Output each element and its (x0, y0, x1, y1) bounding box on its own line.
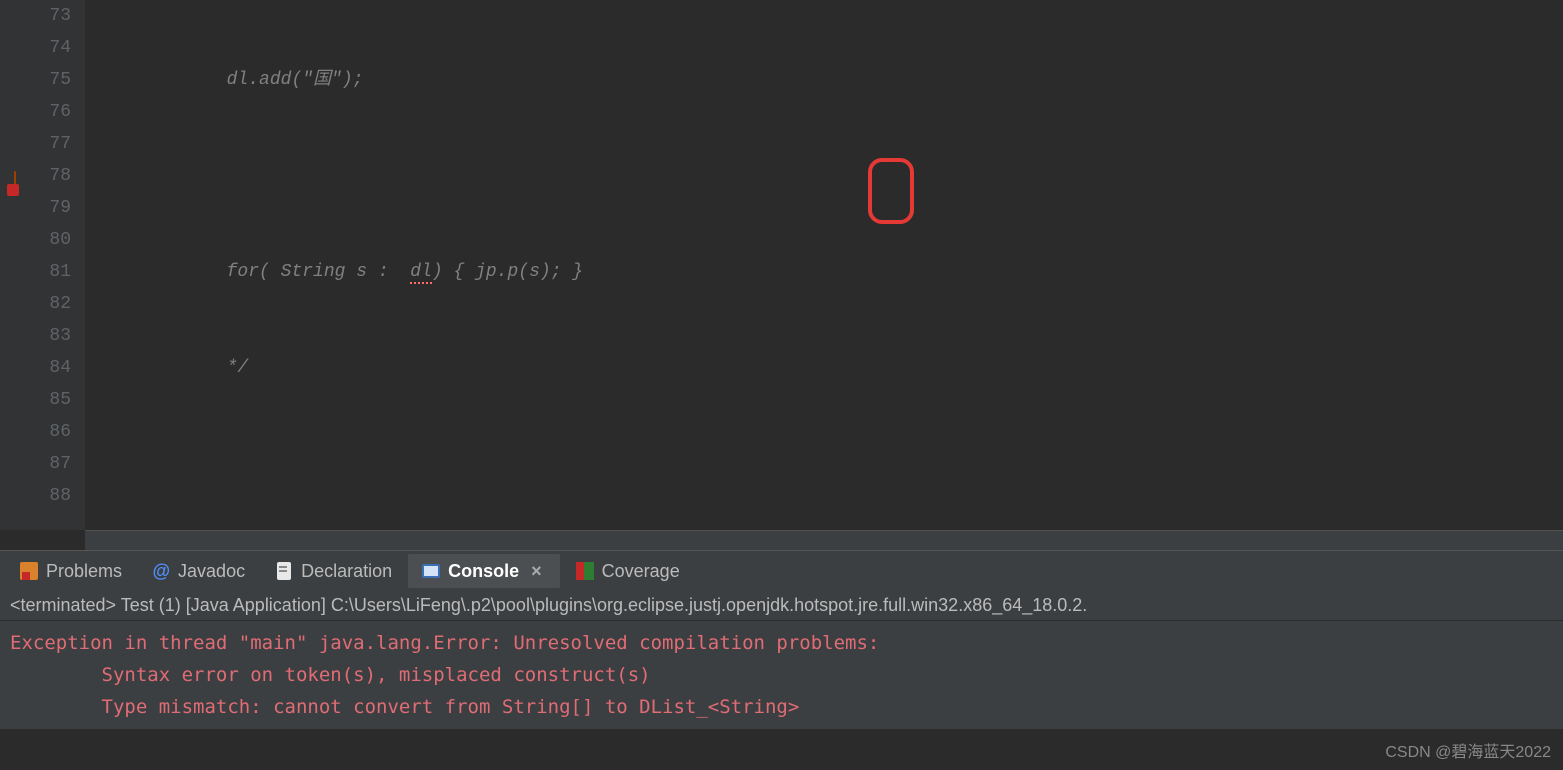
line-number: 86 (0, 416, 71, 448)
coverage-icon (576, 562, 594, 580)
line-number: 73 (0, 0, 71, 32)
line-number: 85 (0, 384, 71, 416)
line-gutter: 73 74 75 76 77 78 79 80 81 82 83 84 85 8… (0, 0, 85, 530)
console-header: <terminated> Test (1) [Java Application]… (0, 591, 1563, 621)
declaration-icon (275, 562, 293, 580)
tab-label: Declaration (301, 561, 392, 582)
console-line: Syntax error on token(s), misplaced cons… (10, 659, 1553, 691)
console-line: Type mismatch: cannot convert from Strin… (10, 691, 1553, 723)
line-number: 81 (0, 256, 71, 288)
error-marker-icon[interactable] (0, 166, 16, 184)
tab-javadoc[interactable]: @ Javadoc (138, 554, 259, 588)
panel-tabs: Problems @ Javadoc Declaration Console ×… (0, 551, 1563, 591)
code-editor[interactable]: 73 74 75 76 77 78 79 80 81 82 83 84 85 8… (0, 0, 1563, 530)
line-number: 88 (0, 480, 71, 512)
console-output[interactable]: Exception in thread "main" java.lang.Err… (0, 621, 1563, 729)
tab-label: Coverage (602, 561, 680, 582)
line-number: 75 (0, 64, 71, 96)
tab-label: Console (448, 561, 519, 582)
line-number: 78 (0, 160, 71, 192)
line-number: 74 (0, 32, 71, 64)
tab-declaration[interactable]: Declaration (261, 554, 406, 588)
code-line[interactable]: for( String s : dl) { jp.p(s); } (97, 256, 1563, 288)
line-number: 83 (0, 320, 71, 352)
line-number: 82 (0, 288, 71, 320)
horizontal-scrollbar[interactable] (85, 530, 1563, 550)
code-line[interactable]: dl.add("国"); (97, 64, 1563, 96)
line-number: 80 (0, 224, 71, 256)
code-line[interactable] (97, 160, 1563, 192)
console-icon (422, 562, 440, 580)
bottom-panel: Problems @ Javadoc Declaration Console ×… (0, 550, 1563, 729)
code-content[interactable]: dl.add("国"); for( String s : dl) { jp.p(… (85, 0, 1563, 530)
code-line[interactable]: */ (97, 352, 1563, 384)
line-number: 79 (0, 192, 71, 224)
tab-problems[interactable]: Problems (6, 554, 136, 588)
console-status: <terminated> Test (1) [Java Application]… (10, 595, 1087, 615)
line-number: 87 (0, 448, 71, 480)
close-icon[interactable]: × (527, 561, 546, 582)
watermark: CSDN @碧海蓝天2022 (1385, 738, 1551, 762)
line-number: 76 (0, 96, 71, 128)
tab-label: Problems (46, 561, 122, 582)
console-line: Exception in thread "main" java.lang.Err… (10, 627, 1553, 659)
problems-icon (20, 562, 38, 580)
line-number: 77 (0, 128, 71, 160)
code-line[interactable] (97, 448, 1563, 480)
tab-console[interactable]: Console × (408, 554, 560, 588)
tab-coverage[interactable]: Coverage (562, 554, 694, 588)
line-number: 84 (0, 352, 71, 384)
javadoc-icon: @ (152, 562, 170, 580)
tab-label: Javadoc (178, 561, 245, 582)
